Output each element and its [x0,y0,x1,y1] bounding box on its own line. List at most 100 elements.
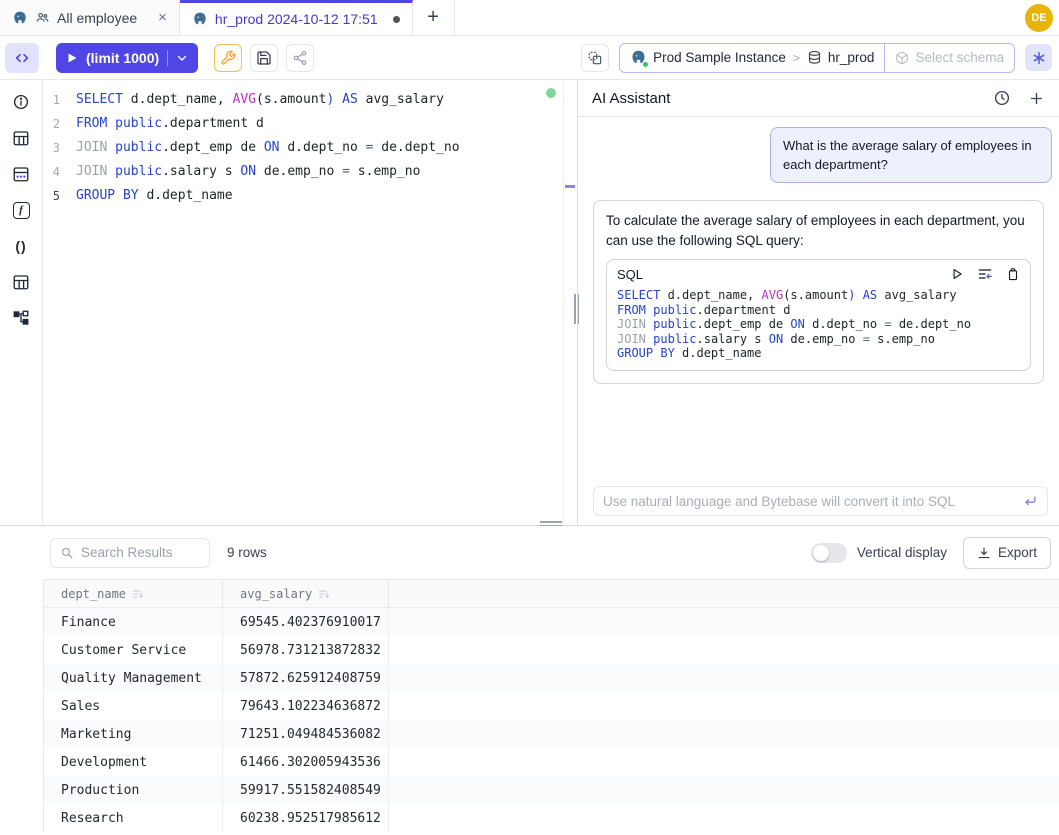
copy-clipboard-icon[interactable] [1006,267,1020,281]
sql-token: .dept_emp de [162,136,264,160]
sql-token: AVG [233,88,256,112]
tab-all-employee[interactable]: All employee × [0,0,180,35]
ai-prompt-input[interactable] [603,494,1022,509]
cell-dept-name[interactable]: Production [44,776,223,804]
sidebar-item-external-tables[interactable] [0,156,43,192]
result-row[interactable]: Production59917.551582408549 [44,776,1059,804]
ai-response-text: To calculate the average salary of emplo… [606,211,1031,251]
results-searchbox [50,538,210,568]
sql-editor-mode-button[interactable] [5,43,39,73]
cell-dept-name[interactable]: Finance [44,608,223,636]
wrench-icon [220,50,236,66]
editor-line[interactable]: 2FROM public.department d [43,112,577,136]
schema-diagram-icon [12,309,30,327]
column-header-avg-salary[interactable]: avg_salary [223,580,389,607]
new-chat-plus-icon[interactable] [1028,90,1045,107]
new-tab-button[interactable]: + [413,0,455,35]
history-clock-icon[interactable] [993,89,1011,107]
cell-avg-salary[interactable]: 57872.625912408759 [223,664,389,692]
cell-avg-salary[interactable]: 61466.302005943536 [223,748,389,776]
cell-dept-name[interactable]: Research [44,804,223,832]
sort-icon[interactable] [132,588,144,600]
sql-editor[interactable]: 1SELECT d.dept_name, AVG(s.amount) AS av… [43,80,577,525]
sql-token: public [653,317,696,331]
avatar[interactable]: DE [1025,4,1053,32]
sql-token: = [863,332,870,346]
sql-token [107,136,115,160]
run-code-icon[interactable] [950,267,964,281]
result-row[interactable]: Sales79643.102234636872 [44,692,1059,720]
share-button[interactable] [286,44,314,72]
result-row[interactable]: Research60238.952517985612 [44,804,1059,832]
ai-prompt-inputbox [593,486,1048,516]
editor-line[interactable]: 4JOIN public.salary s ON de.emp_no = s.e… [43,160,577,184]
results-resize-handle[interactable] [540,521,562,528]
cell-dept-name[interactable]: Development [44,748,223,776]
sql-token: public [115,160,162,184]
tab-hr-prod[interactable]: hr_prod 2024-10-12 17:51 [180,0,413,35]
cell-dept-name[interactable]: Sales [44,692,223,720]
ai-response: To calculate the average salary of emplo… [593,200,1044,384]
header-filler [389,580,1059,607]
result-row[interactable]: Development61466.302005943536 [44,748,1059,776]
sql-token: de.dept_no [892,317,971,331]
close-icon[interactable]: × [158,10,167,25]
export-button[interactable]: Export [963,537,1051,569]
save-sheet-button[interactable] [250,44,278,72]
cell-avg-salary[interactable]: 69545.402376910017 [223,608,389,636]
instance-database-selector[interactable]: Prod Sample Instance > hr_prod [620,44,884,72]
editor-line[interactable]: 5GROUP BY d.dept_name [43,184,577,208]
run-query-button[interactable]: (limit 1000) [56,43,198,73]
schema-selector[interactable]: Select schema [884,44,1014,72]
cell-avg-salary[interactable]: 60238.952517985612 [223,804,389,832]
column-header-dept-name[interactable]: dept_name [44,580,223,607]
editor-code[interactable]: 1SELECT d.dept_name, AVG(s.amount) AS av… [43,80,577,208]
cell-dept-name[interactable]: Customer Service [44,636,223,664]
vertical-display-label: Vertical display [857,545,947,560]
sidebar-item-schema-diagram[interactable] [0,300,43,336]
search-results-input[interactable] [81,545,200,560]
sidebar-item-views[interactable] [0,264,43,300]
sql-token: AS [342,88,358,112]
sidebar-item-functions[interactable]: f [0,192,43,228]
editor-line[interactable]: 3JOIN public.dept_emp de ON d.dept_no = … [43,136,577,160]
batch-query-icon [587,50,603,66]
panel-resize-handle[interactable] [574,294,581,324]
cell-avg-salary[interactable]: 71251.049484536082 [223,720,389,748]
sort-icon[interactable] [318,588,330,600]
instance-name: Prod Sample Instance [653,50,786,65]
sql-token: .dept_emp de [697,317,791,331]
format-sql-button[interactable] [214,44,242,72]
function-icon: f [13,202,30,219]
sql-token: avg_salary [877,288,956,302]
sql-token: GROUP BY [617,346,675,360]
schema-placeholder: Select schema [915,50,1004,65]
scrollbar-thumb[interactable] [565,185,575,188]
sidebar-item-info[interactable] [0,84,43,120]
sidebar-item-tables[interactable] [0,120,43,156]
cell-dept-name[interactable]: Marketing [44,720,223,748]
result-row[interactable]: Customer Service56978.731213872832 [44,636,1059,664]
sidebar-item-procedures[interactable]: () [0,228,43,264]
vertical-display-toggle[interactable] [811,543,847,563]
ai-code-line: GROUP BY d.dept_name [617,346,1020,361]
cell-avg-salary[interactable]: 79643.102234636872 [223,692,389,720]
result-row[interactable]: Quality Management57872.625912408759 [44,664,1059,692]
result-row[interactable]: Marketing71251.049484536082 [44,720,1059,748]
editor-line[interactable]: 1SELECT d.dept_name, AVG(s.amount) AS av… [43,88,577,112]
cell-avg-salary[interactable]: 59917.551582408549 [223,776,389,804]
tab-label: hr_prod 2024-10-12 17:51 [215,11,378,27]
cell-dept-name[interactable]: Quality Management [44,664,223,692]
sql-token [334,88,342,112]
enter-return-icon[interactable] [1022,493,1038,509]
breadcrumb-caret: > [793,51,800,65]
unsaved-dot-icon [393,16,400,23]
play-icon [66,52,78,64]
result-row[interactable]: Finance69545.402376910017 [44,608,1059,636]
ai-assistant-button[interactable] [1025,44,1052,71]
insert-into-editor-icon[interactable] [977,266,993,282]
status-dot [642,61,649,68]
sql-token: d.dept_name, [660,288,761,302]
cell-avg-salary[interactable]: 56978.731213872832 [223,636,389,664]
batch-query-button[interactable] [581,44,609,72]
